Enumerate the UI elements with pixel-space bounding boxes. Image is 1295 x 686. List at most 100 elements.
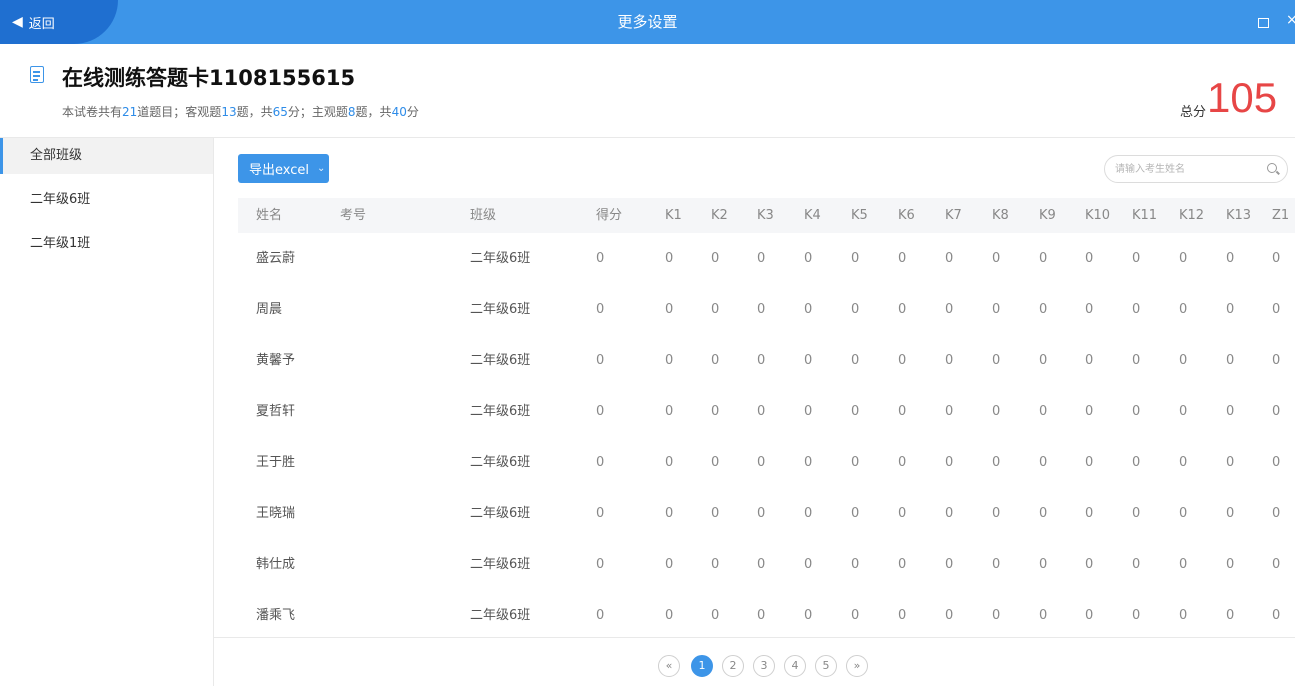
table-cell-class: 二年级6班 <box>470 608 531 623</box>
table-cell-k13: 0 <box>1226 251 1235 266</box>
table-cell-k1: 0 <box>665 302 674 317</box>
document-icon <box>30 66 44 83</box>
table-cell-k2: 0 <box>711 251 720 266</box>
table-cell-class: 二年级6班 <box>470 353 531 368</box>
table-cell-class: 二年级6班 <box>470 455 531 470</box>
table-cell-name: 夏哲轩 <box>256 404 296 419</box>
summary-text: 道题目；客观题 <box>137 105 222 119</box>
prev-page-button[interactable]: « <box>658 655 680 677</box>
table-cell-k7: 0 <box>945 557 954 572</box>
column-header-k1: K1 <box>665 208 682 223</box>
table-cell-k6: 0 <box>898 353 907 368</box>
table-cell-name: 周晨 <box>256 302 283 317</box>
page-title: 在线测练答题卡1108155615 <box>62 66 356 90</box>
table-cell-k7: 0 <box>945 251 954 266</box>
search-input[interactable] <box>1115 160 1255 178</box>
table-cell-name: 王晓瑞 <box>256 506 296 521</box>
column-header-k5: K5 <box>851 208 868 223</box>
column-header-k12: K12 <box>1179 208 1205 223</box>
table-cell-k1: 0 <box>665 404 674 419</box>
table-cell-k13: 0 <box>1226 302 1235 317</box>
back-arrow-icon: ◀ <box>12 14 23 30</box>
table-cell-k3: 0 <box>757 506 766 521</box>
table-cell-k5: 0 <box>851 302 860 317</box>
table-cell-score: 0 <box>596 404 605 419</box>
table-cell-k13: 0 <box>1226 608 1235 623</box>
table-cell-k9: 0 <box>1039 608 1048 623</box>
table-cell-score: 0 <box>596 353 605 368</box>
page-button-2[interactable]: 2 <box>722 655 744 677</box>
table-cell-k4: 0 <box>804 455 813 470</box>
close-icon[interactable]: × <box>1286 12 1295 28</box>
subjective-count: 8 <box>347 105 356 119</box>
page-button-4[interactable]: 4 <box>784 655 806 677</box>
summary-text: 分 <box>406 105 419 119</box>
table-cell-k2: 0 <box>711 302 720 317</box>
table-cell-k8: 0 <box>992 353 1001 368</box>
table-cell-k12: 0 <box>1179 557 1188 572</box>
table-cell-k1: 0 <box>665 251 674 266</box>
table-cell-score: 0 <box>596 251 605 266</box>
table-cell-k8: 0 <box>992 506 1001 521</box>
table-cell-k8: 0 <box>992 251 1001 266</box>
column-header-k13: K13 <box>1226 208 1252 223</box>
table-cell-k2: 0 <box>711 608 720 623</box>
sidebar-item-all-classes[interactable]: 全部班级 <box>0 138 213 174</box>
table-cell-k9: 0 <box>1039 557 1048 572</box>
table-cell-score: 0 <box>596 608 605 623</box>
table-cell-k11: 0 <box>1132 557 1141 572</box>
table-cell-k7: 0 <box>945 608 954 623</box>
table-cell-k3: 0 <box>757 353 766 368</box>
table-cell-z1: 0 <box>1272 353 1281 368</box>
table-cell-k13: 0 <box>1226 404 1235 419</box>
column-header-k8: K8 <box>992 208 1009 223</box>
table-cell-name: 王于胜 <box>256 455 296 470</box>
table-cell-k6: 0 <box>898 251 907 266</box>
table-cell-k3: 0 <box>757 251 766 266</box>
subjective-score: 40 <box>391 105 407 119</box>
table-cell-z1: 0 <box>1272 506 1281 521</box>
table-cell-k10: 0 <box>1085 608 1094 623</box>
table-cell-name: 韩仕成 <box>256 557 296 572</box>
table-cell-z1: 0 <box>1272 455 1281 470</box>
table-cell-k9: 0 <box>1039 251 1048 266</box>
page-button-3[interactable]: 3 <box>753 655 775 677</box>
table-cell-k9: 0 <box>1039 353 1048 368</box>
column-header-exam-no: 考号 <box>340 208 367 223</box>
table-cell-class: 二年级6班 <box>470 506 531 521</box>
table-cell-k11: 0 <box>1132 506 1141 521</box>
maximize-icon[interactable] <box>1258 18 1269 28</box>
next-page-button[interactable]: » <box>846 655 868 677</box>
table-cell-k11: 0 <box>1132 302 1141 317</box>
page-button-5[interactable]: 5 <box>815 655 837 677</box>
table-cell-k1: 0 <box>665 608 674 623</box>
table-cell-k4: 0 <box>804 251 813 266</box>
window-title: 更多设置 <box>617 13 678 31</box>
table-cell-k2: 0 <box>711 455 720 470</box>
table-cell-k2: 0 <box>711 557 720 572</box>
table-cell-class: 二年级6班 <box>470 302 531 317</box>
sidebar-item-grade2-class1[interactable]: 二年级1班 <box>0 226 213 262</box>
table-cell-z1: 0 <box>1272 557 1281 572</box>
column-header-score: 得分 <box>596 208 623 223</box>
table-cell-k2: 0 <box>711 404 720 419</box>
column-header-z1: Z1 <box>1272 208 1290 223</box>
table-cell-k12: 0 <box>1179 608 1188 623</box>
sidebar-item-grade2-class6[interactable]: 二年级6班 <box>0 182 213 218</box>
table-cell-k11: 0 <box>1132 404 1141 419</box>
search-icon[interactable] <box>1267 163 1277 173</box>
table-cell-k6: 0 <box>898 557 907 572</box>
summary-text: 题，共 <box>236 105 273 119</box>
table-cell-class: 二年级6班 <box>470 251 531 266</box>
table-cell-k3: 0 <box>757 302 766 317</box>
table-cell-z1: 0 <box>1272 404 1281 419</box>
back-button[interactable]: ◀ 返回 <box>0 0 118 44</box>
table-cell-k13: 0 <box>1226 506 1235 521</box>
sidebar-divider <box>213 137 214 686</box>
table-cell-k10: 0 <box>1085 557 1094 572</box>
table-cell-score: 0 <box>596 506 605 521</box>
table-cell-k4: 0 <box>804 557 813 572</box>
summary-text: 题，共 <box>355 105 392 119</box>
export-excel-button[interactable]: 导出excel ⌄ <box>238 154 329 183</box>
page-button-1[interactable]: 1 <box>691 655 713 677</box>
